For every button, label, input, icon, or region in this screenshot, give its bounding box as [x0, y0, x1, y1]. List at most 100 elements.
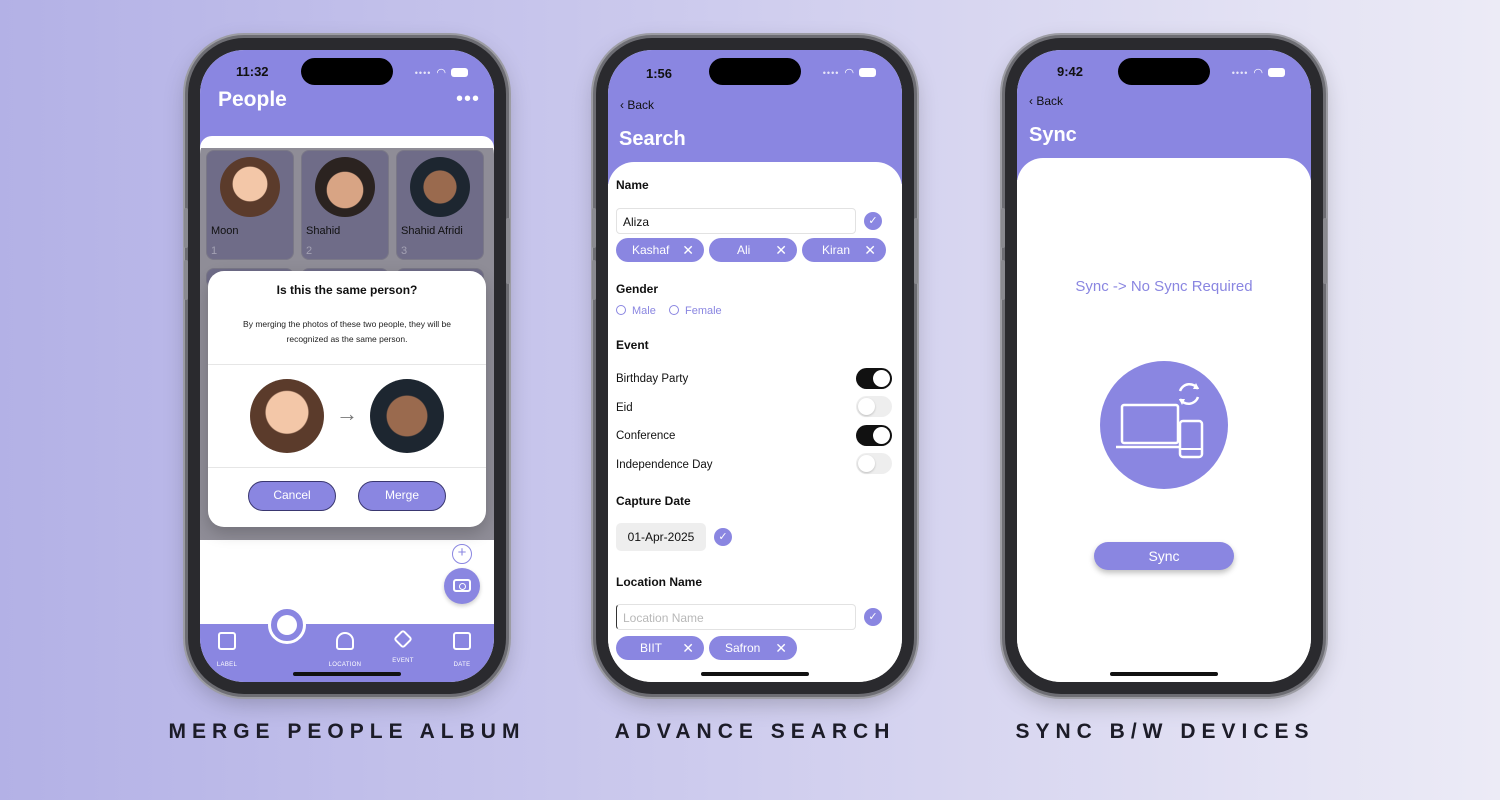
target-person-avatar: [370, 379, 444, 453]
phone-advance-search: 1:56 •••• ◠ ‹ Back Search Name Aliza ✓ Ka…: [592, 38, 918, 694]
person-card-shahid[interactable]: Shahid 2: [301, 150, 389, 260]
close-icon[interactable]: ✕: [775, 238, 787, 262]
location-name-label: Location Name: [616, 575, 703, 589]
tab-location[interactable]: LOCATION: [325, 632, 365, 668]
event-label: Event: [616, 338, 649, 352]
camera-button[interactable]: [444, 568, 480, 604]
location-pin-icon: [336, 632, 354, 650]
person-count: 3: [401, 245, 408, 257]
sync-button[interactable]: Sync: [1094, 542, 1234, 570]
content-top: [200, 136, 494, 148]
side-button: [506, 218, 510, 284]
person-card-moon[interactable]: Moon 1: [206, 150, 294, 260]
name-chip-kiran[interactable]: Kiran ✕: [802, 238, 886, 262]
cancel-button[interactable]: Cancel: [248, 481, 336, 511]
event-toggle-eid[interactable]: [856, 396, 892, 417]
dialog-title: Is this the same person?: [276, 283, 418, 297]
laptop-phone-sync-icon: [1116, 382, 1204, 459]
side-button: [592, 208, 596, 248]
page-title: Sync: [1029, 124, 1077, 146]
back-button[interactable]: ‹ Back: [620, 98, 654, 112]
radio-icon: [669, 305, 679, 315]
signal-icon: ••••: [822, 67, 840, 78]
phone-merge-people: 11:32 •••• ◠ People ••• Moon 1 Shahid 2 S…: [184, 38, 510, 694]
gender-radio-female[interactable]: Female: [669, 305, 722, 317]
location-chip-biit[interactable]: BIIT ✕: [616, 636, 704, 660]
status-icons: •••• ◠: [1232, 66, 1285, 79]
dynamic-island: [1118, 58, 1210, 85]
person-count: 1: [211, 245, 218, 257]
person-name: Moon: [211, 225, 239, 237]
more-icon[interactable]: •••: [456, 88, 480, 111]
tab-label-text: EVENT: [392, 658, 414, 664]
toggle-knob: [873, 427, 890, 444]
tab-label-text: LOCATION: [328, 662, 362, 668]
event-toggle-birthday-party[interactable]: [856, 368, 892, 389]
camera-icon: [453, 579, 471, 592]
side-button: [592, 260, 596, 300]
chip-label: Kashaf: [632, 243, 670, 257]
event-toggle-independence-day[interactable]: [856, 453, 892, 474]
toggle-knob: [858, 455, 875, 472]
wifi-icon: ◠: [1253, 67, 1263, 79]
tab-date[interactable]: DATE: [442, 632, 482, 668]
add-icon[interactable]: +: [452, 544, 472, 564]
name-chip-kashaf[interactable]: Kashaf ✕: [616, 238, 704, 262]
confirm-location-check-icon[interactable]: ✓: [864, 608, 882, 626]
tab-event[interactable]: EVENT: [383, 629, 423, 664]
event-name: Conference: [616, 430, 676, 442]
divider: [208, 364, 486, 365]
close-icon[interactable]: ✕: [682, 636, 694, 660]
event-name: Eid: [616, 402, 633, 414]
merge-button[interactable]: Merge: [358, 481, 446, 511]
close-icon[interactable]: ✕: [775, 636, 787, 660]
screen: 11:32 •••• ◠ People ••• Moon 1 Shahid 2 S…: [200, 50, 494, 682]
status-time: 1:56: [646, 66, 673, 81]
confirm-name-check-icon[interactable]: ✓: [864, 212, 882, 230]
inbox-icon: [218, 632, 236, 650]
side-button: [184, 208, 188, 248]
confirm-date-check-icon[interactable]: ✓: [714, 528, 732, 546]
tab-label[interactable]: LABEL: [207, 632, 247, 668]
tab-label-text: DATE: [453, 662, 471, 668]
name-chip-ali[interactable]: Ali ✕: [709, 238, 797, 262]
dynamic-island: [301, 58, 393, 85]
name-label: Name: [616, 178, 649, 192]
caption-sync-devices: SYNC B/W DEVICES: [1015, 720, 1315, 743]
capture-date-field[interactable]: 01-Apr-2025: [616, 523, 706, 551]
person-name: Shahid: [306, 225, 341, 237]
event-name: Independence Day: [616, 459, 713, 471]
arrow-right-icon: →: [336, 401, 358, 426]
gender-radio-male[interactable]: Male: [616, 305, 656, 317]
back-button[interactable]: ‹ Back: [1029, 94, 1063, 108]
dialog-message: By merging the photos of these two peopl…: [243, 319, 451, 344]
side-button: [914, 218, 918, 284]
battery-icon: [859, 68, 876, 77]
location-name-input[interactable]: Location Name: [616, 604, 856, 630]
battery-icon: [1268, 68, 1285, 77]
wifi-icon: ◠: [436, 67, 446, 79]
status-time: 11:32: [236, 64, 269, 79]
close-icon[interactable]: ✕: [682, 238, 694, 262]
location-chip-safron[interactable]: Safron ✕: [709, 636, 797, 660]
caption-merge-people: MERGE PEOPLE ALBUM: [168, 720, 526, 743]
page-title: Search: [619, 128, 686, 150]
side-button: [1001, 260, 1005, 300]
phone-sync: 9:42 •••• ◠ ‹ Back Sync Sync -> No Sync R…: [1001, 38, 1327, 694]
event-toggle-conference[interactable]: [856, 425, 892, 446]
avatar: [410, 157, 470, 217]
avatar: [220, 157, 280, 217]
people-tab-button[interactable]: [268, 606, 306, 644]
sync-status-text: Sync -> No Sync Required: [1075, 278, 1253, 295]
chip-label: Ali: [737, 243, 751, 257]
battery-icon: [451, 68, 468, 77]
person-name: Shahid Afridi: [401, 225, 463, 237]
signal-icon: ••••: [1231, 67, 1249, 78]
name-input[interactable]: Aliza: [616, 208, 856, 234]
gender-label: Gender: [616, 282, 659, 296]
close-icon[interactable]: ✕: [864, 238, 876, 262]
person-card-shahid-afridi[interactable]: Shahid Afridi 3: [396, 150, 484, 260]
page-title: People: [218, 88, 287, 111]
tab-label-text: LABEL: [216, 662, 238, 668]
side-button: [1001, 208, 1005, 248]
